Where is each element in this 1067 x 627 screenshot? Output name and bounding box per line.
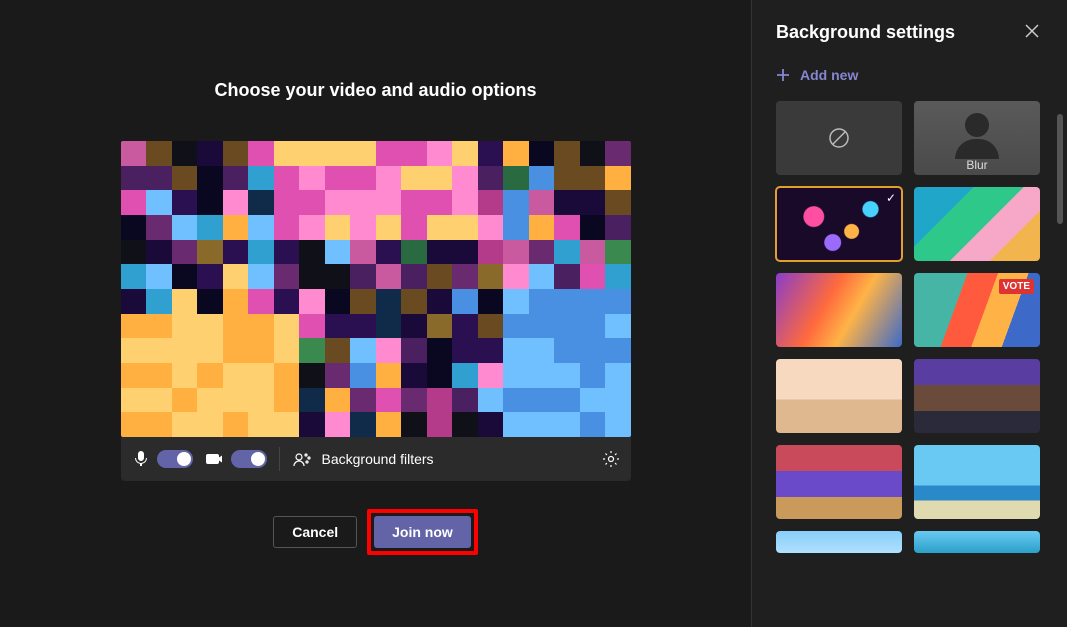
background-tile-4[interactable] <box>914 273 1040 347</box>
background-filters-icon <box>292 449 312 469</box>
panel-scrollbar[interactable] <box>1057 114 1063 224</box>
background-tile-1[interactable]: ✓ <box>776 187 902 261</box>
camera-icon[interactable] <box>205 449 225 469</box>
panel-header: Background settings <box>752 0 1067 53</box>
panel-title: Background settings <box>776 22 1025 43</box>
background-filters-label: Background filters <box>322 451 434 467</box>
plus-icon <box>776 68 790 82</box>
background-tile-10[interactable] <box>914 531 1040 553</box>
microphone-icon[interactable] <box>131 449 151 469</box>
cancel-button[interactable]: Cancel <box>273 516 357 548</box>
background-tile-none[interactable] <box>776 101 902 175</box>
main-area: Choose your video and audio options Back… <box>0 0 751 627</box>
background-tile-8[interactable] <box>914 445 1040 519</box>
background-settings-panel: Background settings Add new Blur ✓ <box>751 0 1067 627</box>
background-tile-6[interactable] <box>914 359 1040 433</box>
join-now-button[interactable]: Join now <box>374 516 471 548</box>
check-icon: ✓ <box>886 191 896 205</box>
device-settings-button[interactable] <box>601 449 621 469</box>
background-tile-9[interactable] <box>776 531 902 553</box>
background-tile-3[interactable] <box>776 273 902 347</box>
control-bar: Background filters <box>121 437 631 481</box>
page-title: Choose your video and audio options <box>214 80 536 101</box>
avatar-icon <box>965 113 989 137</box>
background-tile-5[interactable] <box>776 359 902 433</box>
microphone-toggle[interactable] <box>157 450 193 468</box>
video-preview-image <box>121 141 631 437</box>
camera-toggle[interactable] <box>231 450 267 468</box>
join-highlight: Join now <box>367 509 478 555</box>
no-background-icon <box>828 127 850 149</box>
add-new-button[interactable]: Add new <box>752 53 1067 101</box>
background-filters-button[interactable]: Background filters <box>292 449 434 469</box>
background-grid-scroll[interactable]: Blur ✓ <box>752 101 1067 627</box>
add-new-label: Add new <box>800 67 858 83</box>
video-preview <box>121 141 631 437</box>
background-tile-7[interactable] <box>776 445 902 519</box>
background-grid: Blur ✓ <box>776 101 1047 553</box>
divider <box>279 447 280 471</box>
action-row: Cancel Join now <box>273 509 478 555</box>
preview-wrap: Background filters <box>121 141 631 481</box>
blur-label: Blur <box>914 158 1040 172</box>
close-icon[interactable] <box>1025 24 1043 42</box>
background-tile-2[interactable] <box>914 187 1040 261</box>
background-tile-blur[interactable]: Blur <box>914 101 1040 175</box>
